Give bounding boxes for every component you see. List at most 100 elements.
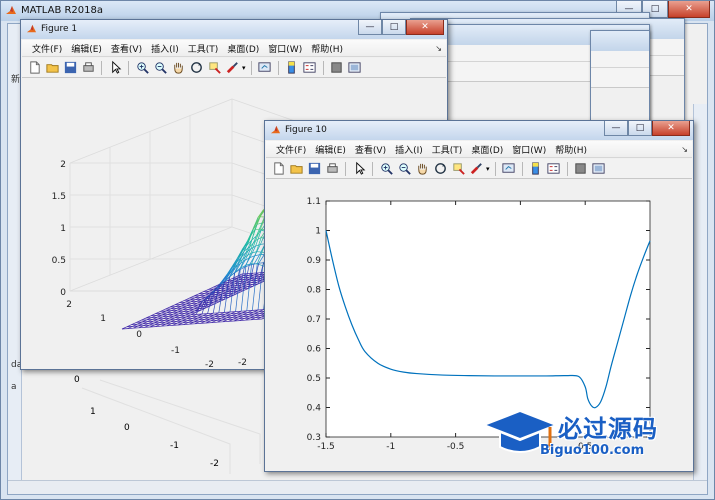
new-file-icon[interactable] [270,161,286,177]
menu-window[interactable]: 窗口(W) [264,42,307,55]
menu-file[interactable]: 文件(F) [28,42,67,55]
legend-icon[interactable] [302,60,318,76]
menu-edit[interactable]: 编辑(E) [67,42,107,55]
toolbar-separator [566,161,568,176]
matlab-logo-icon [26,24,37,33]
menu-desktop[interactable]: 桌面(D) [467,143,508,156]
brush-icon[interactable] [468,161,484,177]
stub-text: a [11,382,17,392]
data-cursor-icon[interactable] [206,60,222,76]
toolbar-separator [277,60,279,75]
pan-hand-icon[interactable] [170,60,186,76]
rotate-3d-icon[interactable] [432,161,448,177]
pointer-icon[interactable] [351,161,367,177]
stub-text: 新 [11,75,21,85]
rotate-3d-icon[interactable] [188,60,204,76]
y-tick-label: 1.1 [307,197,321,207]
dock-arrow-icon[interactable]: ↘ [435,44,442,53]
show-plot-tools-icon[interactable] [347,60,363,76]
bg-z-tick: 0 [74,375,80,385]
bg-y-tick: 1 [90,407,96,417]
figure-10-maximize-button[interactable]: □ [628,121,652,136]
zoom-out-icon[interactable] [396,161,412,177]
menu-view[interactable]: 查看(V) [107,42,147,55]
print-icon[interactable] [80,60,96,76]
figure-1-title-bar[interactable]: Figure 1 — □ ✕ [21,20,447,39]
menu-view[interactable]: 查看(V) [351,143,391,156]
matlab-logo-icon [6,6,16,14]
y-tick-label: 1 [100,314,106,324]
main-window-title: MATLAB R2018a [21,5,104,16]
menu-tools[interactable]: 工具(T) [184,42,224,55]
print-icon[interactable] [324,161,340,177]
save-icon[interactable] [62,60,78,76]
figure-10-close-button[interactable]: ✕ [652,121,690,136]
y-tick-label: -1 [171,346,180,356]
watermark: 必过源码 Biguo100.com [480,405,695,467]
bg-y-tick: -1 [170,441,179,451]
toolbar-separator [372,161,373,176]
bg-y-tick: -2 [210,459,219,469]
menu-file[interactable]: 文件(F) [272,143,311,156]
figure-1-title: Figure 1 [41,24,78,34]
mesh-line [252,263,258,311]
colorbar-icon[interactable] [284,60,300,76]
menu-edit[interactable]: 编辑(E) [311,143,351,156]
brush-dropdown-icon[interactable]: ▾ [242,64,246,72]
y-tick-label: 0.5 [307,374,321,384]
link-plot-icon[interactable] [257,60,273,76]
toolbar-separator [345,161,346,176]
link-plot-icon[interactable] [501,161,517,177]
y-tick-label: 1 [315,227,321,237]
open-folder-icon[interactable] [44,60,60,76]
y-tick-label: 0 [136,330,142,340]
figure-1-menu-bar: 文件(F) 编辑(E) 查看(V) 插入(I) 工具(T) 桌面(D) 窗口(W… [22,40,446,57]
zoom-in-icon[interactable] [134,60,150,76]
y-tick-label: 0.6 [307,345,322,355]
menu-window[interactable]: 窗口(W) [508,143,551,156]
data-cursor-icon[interactable] [450,161,466,177]
pointer-icon[interactable] [107,60,123,76]
legend-icon[interactable] [546,161,562,177]
menu-insert[interactable]: 插入(I) [147,42,184,55]
menu-help[interactable]: 帮助(H) [551,143,592,156]
menu-insert[interactable]: 插入(I) [391,143,428,156]
right-panel-edge [693,104,707,484]
watermark-brand: 必过源码 [558,415,658,443]
pan-hand-icon[interactable] [414,161,430,177]
menu-tools[interactable]: 工具(T) [428,143,468,156]
dock-arrow-icon[interactable]: ↘ [681,145,688,154]
figure-10-title-bar[interactable]: Figure 10 — □ ✕ [265,121,693,140]
figure-10-minimize-button[interactable]: — [604,121,628,136]
save-icon[interactable] [306,161,322,177]
figure-1-maximize-button[interactable]: □ [382,20,406,35]
open-folder-icon[interactable] [288,161,304,177]
hide-plot-tools-icon[interactable] [573,161,589,177]
y-tick-label: 0.8 [307,286,322,296]
figure-1-close-button[interactable]: ✕ [406,20,444,35]
toolbar-separator [128,60,129,75]
brush-dropdown-icon[interactable]: ▾ [486,165,490,173]
new-file-icon[interactable] [26,60,42,76]
y-tick-label: 0.4 [307,404,322,414]
hide-plot-tools-icon[interactable] [329,60,345,76]
toolbar-separator [101,60,102,75]
z-tick-label: 1.5 [52,192,66,202]
brush-icon[interactable] [224,60,240,76]
main-close-button[interactable]: ✕ [668,1,710,18]
y-tick-label: 2 [66,300,72,310]
figure-10-title: Figure 10 [285,125,327,135]
figure-1-toolbar: ▾ [22,58,446,78]
menu-desktop[interactable]: 桌面(D) [223,42,264,55]
zoom-out-icon[interactable] [152,60,168,76]
zoom-in-icon[interactable] [378,161,394,177]
show-plot-tools-icon[interactable] [591,161,607,177]
colorbar-icon[interactable] [528,161,544,177]
y-tick-label: 0.7 [307,315,321,325]
z-tick-label: 2 [60,160,66,170]
matlab-logo-icon [270,125,281,134]
figure-1-minimize-button[interactable]: — [358,20,382,35]
menu-help[interactable]: 帮助(H) [307,42,348,55]
z-tick-label: 0.5 [52,256,66,266]
toolbar-separator [494,161,496,176]
